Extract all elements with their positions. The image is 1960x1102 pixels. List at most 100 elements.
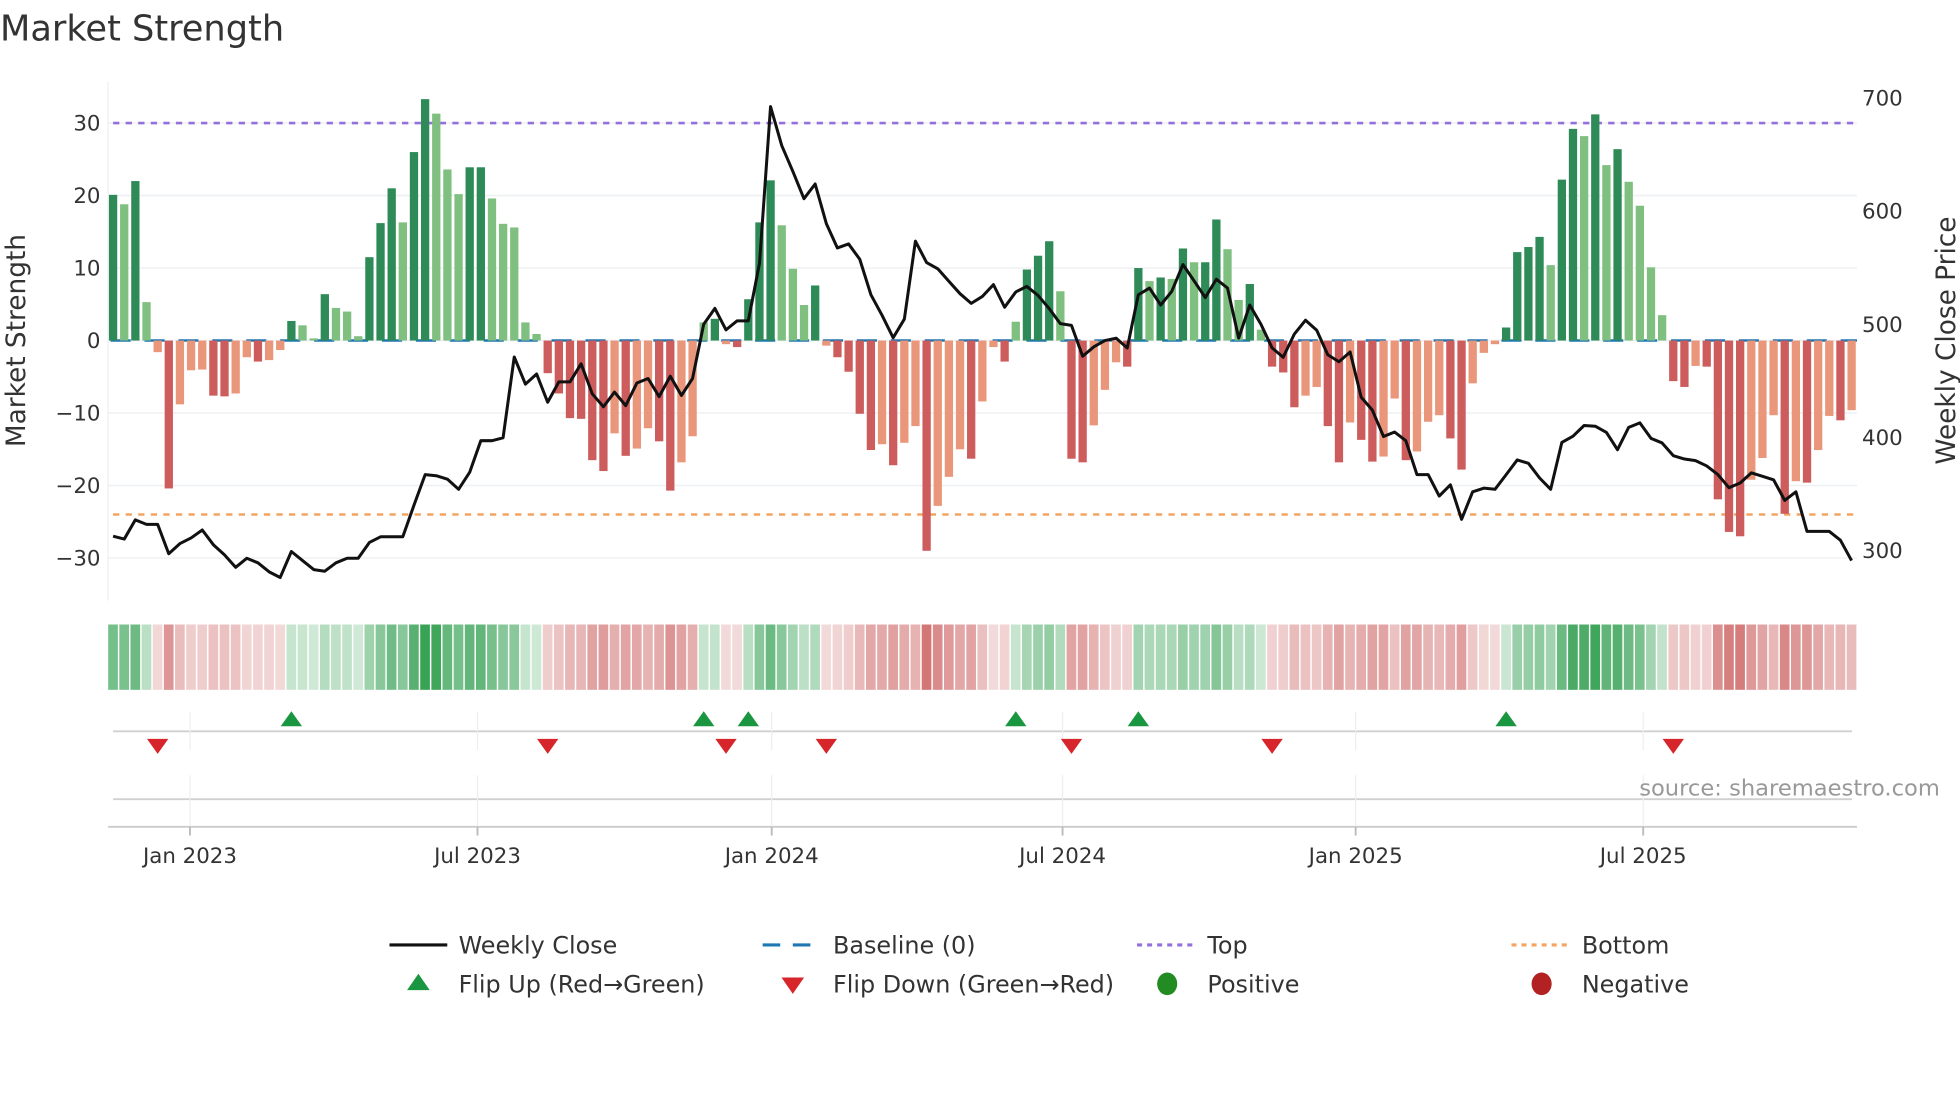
flip-up-marker — [1005, 711, 1027, 727]
strip-cell — [1790, 624, 1801, 690]
strip-cell — [654, 624, 664, 690]
y-tick-label: −10 — [55, 402, 100, 427]
x-tick-label: Jan 2023 — [141, 844, 237, 869]
strip-cell — [1334, 624, 1344, 690]
flip-up-marker — [1495, 711, 1517, 727]
negative-bar — [955, 340, 965, 450]
positive-bar — [521, 322, 530, 341]
negative-bar — [1490, 340, 1500, 345]
negative-bar — [1412, 340, 1422, 452]
triangle-down-icon — [781, 977, 805, 994]
strip-cell — [932, 624, 943, 690]
negative-bar — [1111, 340, 1121, 363]
legend-item-negative[interactable]: Negative — [1531, 971, 1689, 999]
negative-bar — [1067, 340, 1076, 459]
negative-bar — [1435, 340, 1444, 416]
negative-bar — [588, 340, 597, 461]
negative-bar — [276, 340, 285, 350]
strip-cell — [1178, 624, 1188, 690]
positive-bar — [387, 188, 396, 341]
positive-bar — [1546, 265, 1555, 341]
positive-bar — [120, 204, 129, 341]
strip-cell — [1200, 624, 1210, 690]
positive-bar — [1045, 241, 1054, 341]
negative-bar — [209, 340, 218, 396]
strip-cell — [453, 624, 464, 690]
strip-cell — [955, 624, 965, 690]
strip-cell — [331, 624, 341, 690]
negative-bar — [1301, 340, 1310, 396]
strip-cell — [1813, 624, 1823, 690]
positive-bar — [710, 318, 720, 341]
strip-cell — [1356, 624, 1367, 690]
source-label: source: sharemaestro.com — [1639, 775, 1940, 801]
legend-item-flip-down[interactable]: Flip Down (Green→Red) — [781, 971, 1114, 999]
strip-cell — [1367, 624, 1378, 690]
strip-cell — [1456, 624, 1467, 690]
strip-cell — [308, 624, 319, 690]
strip-cell — [1534, 624, 1545, 690]
negative-bar — [1390, 340, 1399, 399]
y-tick-label: 30 — [73, 112, 100, 137]
strip-cell — [1668, 624, 1679, 690]
negative-bar — [1747, 340, 1756, 480]
strip-cell — [1133, 624, 1144, 690]
strip-cell — [141, 624, 152, 690]
positive-bar — [1657, 315, 1667, 341]
negative-bar — [1479, 340, 1488, 353]
strip-cell — [921, 624, 932, 690]
y2-tick-label: 400 — [1862, 426, 1903, 451]
positive-bar — [1501, 327, 1511, 341]
positive-bar — [1201, 262, 1210, 341]
strip-cell — [1512, 624, 1523, 690]
negative-bar — [1814, 340, 1823, 451]
strip-cell — [1568, 624, 1578, 690]
negative-bar — [1078, 340, 1087, 463]
negative-bar — [922, 340, 931, 551]
strip-cell — [721, 624, 731, 690]
legend-item-baseline[interactable]: Baseline (0) — [762, 932, 976, 960]
negative-bar — [978, 340, 987, 402]
negative-bar — [576, 340, 586, 419]
strip-cell — [944, 624, 954, 690]
strip-cell — [1445, 624, 1456, 690]
negative-bar — [1691, 340, 1700, 366]
positive-bar — [354, 336, 363, 341]
strip-cell — [1835, 624, 1846, 690]
strip-cell — [409, 624, 419, 690]
strip-cell — [732, 624, 742, 690]
strip-cell — [999, 624, 1010, 690]
legend-item-positive[interactable]: Positive — [1157, 971, 1299, 999]
legend-item-flip-up[interactable]: Flip Up (Red→Green) — [407, 971, 705, 999]
strip-cell — [1100, 624, 1110, 690]
negative-bar — [855, 340, 864, 414]
strip-cell — [1545, 624, 1556, 690]
strip-cell — [1077, 624, 1088, 690]
strip-cell — [319, 624, 330, 690]
strip-cell — [1612, 624, 1623, 690]
strip-cell — [175, 624, 185, 690]
positive-bar — [1602, 165, 1611, 341]
strength-heat-strip — [108, 624, 1857, 690]
x-tick-label: Jan 2025 — [1307, 844, 1403, 869]
legend-item-weekly-close[interactable]: Weekly Close — [389, 932, 617, 960]
x-tick-label: Jul 2023 — [432, 844, 521, 869]
strip-cell — [431, 624, 442, 690]
strip-cell — [1189, 624, 1199, 690]
strip-cell — [186, 624, 196, 690]
x-tick-label: Jul 2025 — [1598, 844, 1687, 869]
strip-cell — [1746, 624, 1757, 690]
legend-label: Flip Up (Red→Green) — [459, 971, 705, 999]
strength-bars — [108, 99, 1856, 551]
legend-item-top[interactable]: Top — [1137, 932, 1248, 960]
strip-cell — [1556, 624, 1567, 690]
negative-bar — [153, 340, 162, 353]
legend-label: Positive — [1207, 971, 1299, 999]
legend-item-bottom[interactable]: Bottom — [1511, 932, 1669, 960]
strip-cell — [1623, 624, 1634, 690]
strip-cell — [1322, 624, 1333, 690]
negative-bar — [1100, 340, 1110, 390]
legend-label: Negative — [1582, 971, 1689, 999]
x-axis: Jan 2023 Jul 2023 Jan 2024 Jul 2024 Jan 2025… — [108, 825, 1857, 869]
strip-cell — [1412, 624, 1422, 690]
